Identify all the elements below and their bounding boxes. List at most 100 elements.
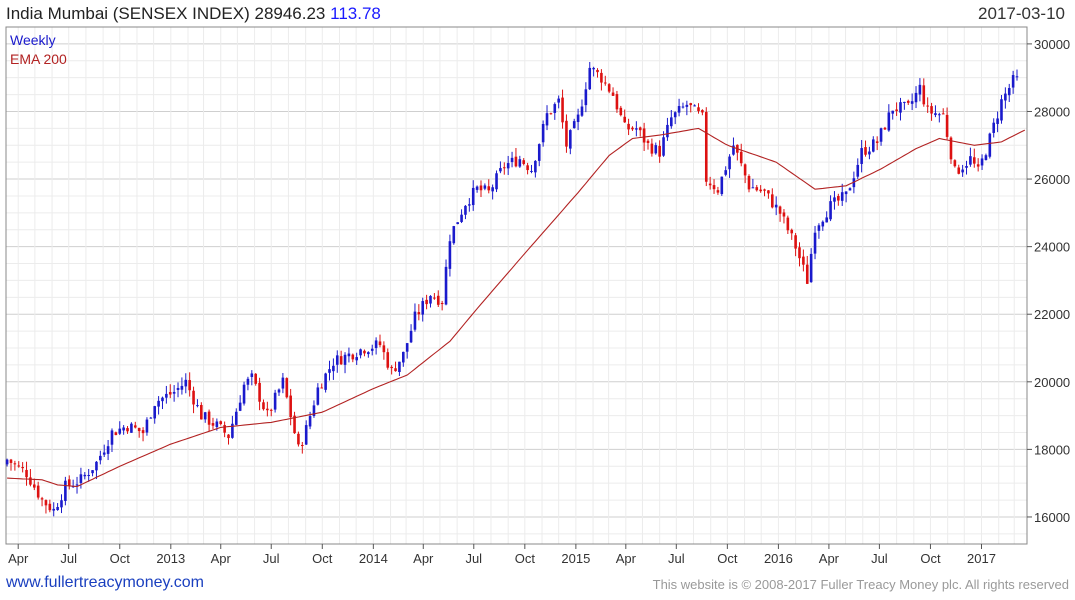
candle-body	[837, 196, 840, 201]
candle	[829, 195, 832, 222]
candle-body	[471, 187, 475, 206]
candle	[635, 121, 638, 137]
x-tick-label: Oct	[312, 551, 333, 566]
candle	[36, 481, 40, 500]
candle-body	[603, 82, 607, 84]
candle-body	[802, 256, 805, 265]
candle	[514, 147, 518, 168]
candle	[44, 499, 48, 514]
candle-body	[918, 84, 922, 95]
candle	[887, 104, 891, 132]
candle-body	[821, 221, 825, 227]
candle-body	[1004, 93, 1007, 101]
candle-body	[755, 187, 759, 191]
candle-body	[297, 433, 300, 445]
candle-body	[631, 127, 634, 130]
candle	[499, 161, 502, 174]
candle-body	[417, 312, 421, 315]
candle	[207, 409, 211, 432]
candle-body	[689, 103, 693, 106]
candle-body	[440, 303, 444, 305]
candle-body	[405, 343, 409, 352]
candle-body	[456, 222, 459, 225]
candle-body	[600, 72, 603, 83]
candle	[895, 102, 898, 116]
candle-body	[774, 204, 778, 208]
candle-body	[557, 98, 560, 103]
candle	[747, 174, 751, 193]
site-link[interactable]: www.fullertreacymoney.com	[6, 574, 204, 592]
candle	[926, 97, 929, 113]
candle	[316, 383, 320, 406]
candle-body	[79, 474, 83, 483]
candle	[646, 139, 650, 150]
candle	[297, 431, 300, 447]
candle-body	[926, 105, 929, 107]
candle	[9, 458, 13, 471]
candle	[534, 160, 537, 178]
candle	[596, 68, 599, 78]
candle	[456, 222, 459, 225]
candle-body	[180, 385, 184, 390]
candle	[763, 188, 766, 197]
candle	[219, 420, 223, 426]
candle	[794, 232, 797, 257]
candle	[969, 147, 972, 167]
candle-body	[219, 421, 223, 425]
candle-body	[386, 352, 390, 368]
candle	[374, 337, 378, 355]
candle-body	[289, 395, 292, 418]
candle-body	[254, 373, 258, 384]
candle-body	[502, 167, 506, 169]
candle-body	[433, 297, 436, 299]
candle-body	[367, 352, 370, 355]
candle-body	[767, 190, 770, 194]
candle	[301, 441, 304, 454]
candle-body	[992, 122, 996, 133]
x-tick-label: 2013	[156, 551, 185, 566]
candle	[468, 198, 471, 212]
candle-body	[708, 183, 712, 186]
candle	[13, 460, 17, 471]
candle-body	[580, 106, 584, 116]
candle	[992, 118, 996, 138]
y-tick-label: 20000	[1034, 375, 1070, 390]
y-tick-label: 16000	[1034, 510, 1070, 525]
candle-body	[957, 167, 961, 174]
candle	[165, 385, 168, 404]
candle-body	[510, 157, 514, 163]
candle	[817, 223, 821, 239]
candle-body	[930, 106, 933, 114]
candle-body	[44, 500, 48, 506]
candle-body	[91, 470, 94, 474]
candle-body	[537, 144, 541, 161]
x-tick-label: 2016	[764, 551, 793, 566]
candle-body	[165, 393, 168, 398]
x-tick-label: Apr	[413, 551, 434, 566]
candle-body	[809, 253, 813, 283]
candle-body	[771, 194, 774, 208]
candle-body	[126, 428, 129, 432]
candle-body	[25, 469, 28, 478]
candle-body	[953, 160, 957, 167]
candle-body	[168, 392, 172, 395]
candle-body	[343, 354, 347, 365]
candle-body	[693, 105, 696, 107]
candle-body	[941, 113, 945, 115]
candle-body	[487, 186, 491, 191]
candle-body	[223, 425, 226, 433]
candle-body	[833, 197, 836, 202]
candle	[436, 290, 440, 308]
candle-body	[304, 425, 308, 445]
candle-body	[483, 185, 487, 189]
candle	[495, 170, 498, 193]
candle	[879, 127, 883, 146]
y-tick-label: 22000	[1034, 307, 1070, 322]
candle-body	[899, 102, 902, 113]
candle-body	[262, 402, 265, 410]
candle-body	[281, 377, 285, 389]
candle-body	[844, 191, 848, 195]
candle	[864, 140, 867, 157]
candle	[712, 179, 716, 194]
candle	[588, 61, 592, 91]
